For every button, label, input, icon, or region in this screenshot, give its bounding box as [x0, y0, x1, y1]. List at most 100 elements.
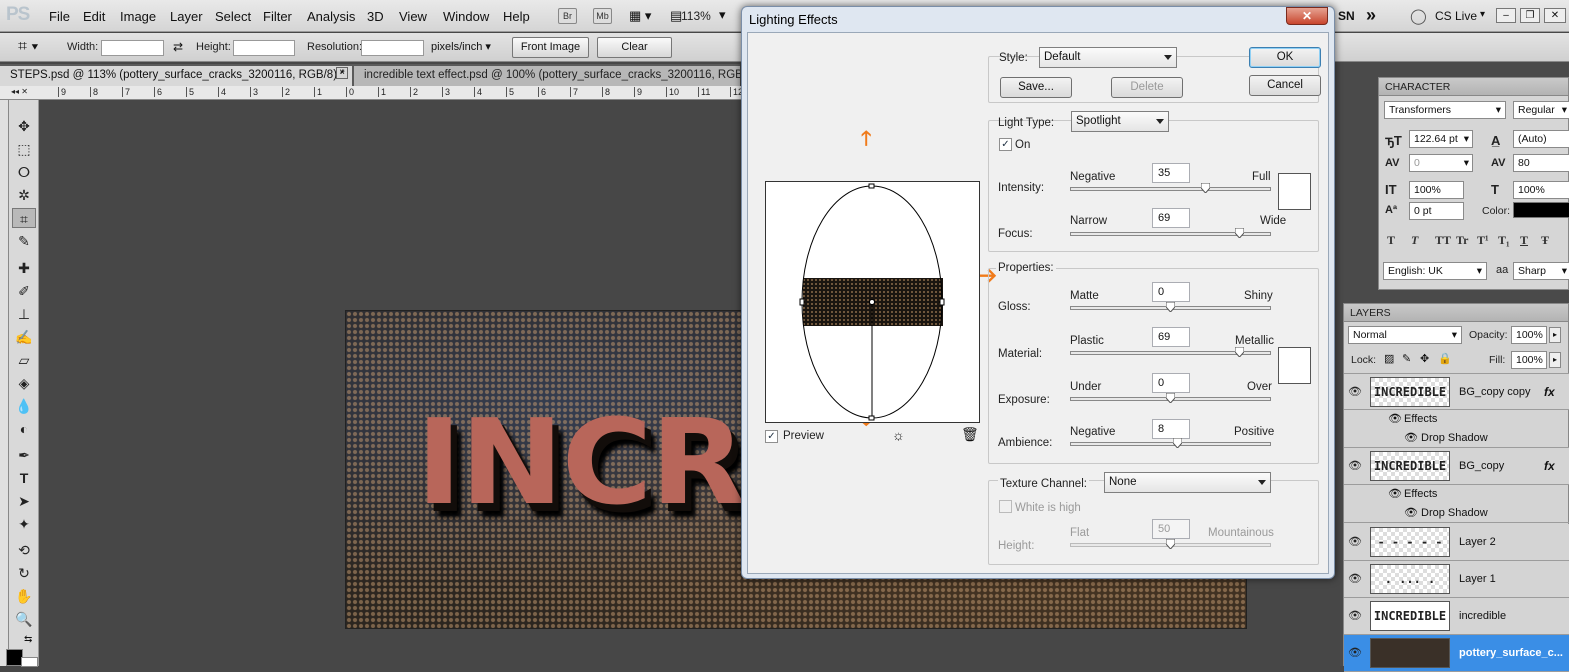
gloss-value-field[interactable]: 0 [1152, 282, 1190, 302]
hand-tool-icon[interactable]: ✋ [12, 586, 36, 606]
layer-row-incredible[interactable]: 👁 INCREDIBLE incredible [1344, 598, 1569, 635]
lock-position-icon[interactable]: ✥ [1420, 352, 1429, 365]
path-selection-tool-icon[interactable]: ➤ [12, 491, 36, 511]
cs-live-icon[interactable]: ◯ [1410, 7, 1427, 25]
height-field[interactable] [233, 40, 295, 56]
style-select[interactable]: Default [1039, 47, 1177, 68]
baseline-shift-field[interactable]: 0 pt [1409, 202, 1464, 220]
front-image-button[interactable]: Front Image [512, 37, 589, 58]
anti-alias-select[interactable]: Sharp ▾ [1513, 262, 1569, 280]
kerning-field[interactable]: 0 ▾ [1409, 154, 1473, 172]
resolution-field[interactable] [361, 40, 424, 56]
texture-channel-select[interactable]: None [1104, 472, 1271, 493]
white-is-high-checkbox[interactable] [999, 500, 1012, 513]
quick-selection-tool-icon[interactable]: ✲ [12, 185, 36, 205]
drop-shadow-row[interactable]: 👁 Drop Shadow [1344, 504, 1569, 523]
visibility-eye-icon[interactable]: 👁 [1348, 609, 1362, 622]
subscript-button[interactable]: T₁ [1498, 233, 1510, 248]
layer-fx-icon[interactable]: fx [1544, 385, 1555, 399]
clone-stamp-tool-icon[interactable]: ⊥ [12, 304, 36, 324]
restore-button[interactable]: ❐ [1520, 8, 1540, 23]
small-caps-button[interactable]: Tr [1456, 233, 1468, 248]
material-slider[interactable] [1070, 347, 1271, 357]
menu-edit[interactable]: Edit [83, 9, 105, 24]
mini-bridge-button[interactable]: Mb [593, 8, 612, 24]
ambience-slider[interactable] [1070, 438, 1271, 448]
menu-file[interactable]: File [49, 9, 70, 24]
gloss-slider-thumb[interactable] [1166, 302, 1175, 312]
tab-close-icon[interactable]: × [336, 67, 348, 79]
menu-help[interactable]: Help [503, 9, 530, 24]
intensity-slider-thumb[interactable] [1201, 183, 1210, 193]
effects-row[interactable]: 👁 Effects [1344, 410, 1569, 429]
height-slider-thumb[interactable] [1166, 539, 1175, 549]
3d-rotate-tool-icon[interactable]: ⟲ [12, 540, 36, 560]
gloss-slider[interactable] [1070, 302, 1271, 312]
menu-select[interactable]: Select [215, 9, 251, 24]
vertical-scale-field[interactable]: 100% [1409, 181, 1464, 199]
height-value-field[interactable]: 50 [1152, 519, 1190, 539]
layer-row-bg-copy[interactable]: 👁 INCREDIBLE BG_copy fx [1344, 448, 1569, 485]
superscript-button[interactable]: T¹ [1477, 233, 1489, 248]
focus-value-field[interactable]: 69 [1152, 208, 1190, 228]
pen-tool-icon[interactable]: ✒ [12, 445, 36, 465]
exposure-value-field[interactable]: 0 [1152, 373, 1190, 393]
visibility-eye-icon[interactable]: 👁 [1348, 572, 1362, 585]
view-extras-icon[interactable]: ▦ ▾ [629, 8, 651, 24]
material-slider-thumb[interactable] [1235, 347, 1244, 357]
visibility-eye-icon[interactable]: 👁 [1348, 459, 1362, 472]
healing-brush-tool-icon[interactable]: ✚ [12, 258, 36, 278]
faux-italic-button[interactable]: T [1411, 233, 1418, 248]
close-app-button[interactable]: ✕ [1544, 8, 1566, 23]
marquee-tool-icon[interactable]: ⬚ [12, 139, 36, 159]
drop-shadow-eye-icon[interactable]: 👁 [1404, 504, 1418, 523]
focus-slider-thumb[interactable] [1235, 228, 1244, 238]
strikethrough-button[interactable]: Ŧ [1541, 233, 1549, 248]
blend-mode-select[interactable]: Normal ▾ [1348, 326, 1462, 344]
cs-live-menu[interactable]: CS Live [1435, 9, 1477, 23]
resolution-units-select[interactable]: pixels/inch ▾ [428, 40, 500, 56]
exposure-slider-thumb[interactable] [1166, 393, 1175, 403]
underline-button[interactable]: T [1520, 233, 1528, 248]
eyedropper-tool-icon[interactable]: ✎ [12, 231, 36, 251]
history-brush-tool-icon[interactable]: ✍ [12, 327, 36, 347]
brush-tool-icon[interactable]: ✐ [12, 281, 36, 301]
opacity-field[interactable]: 100% [1511, 326, 1547, 344]
bridge-button[interactable]: Br [558, 8, 577, 24]
light-color-swatch[interactable] [1278, 173, 1311, 210]
tab-incredible-text-effect[interactable]: incredible text effect.psd @ 100% (potte… [354, 66, 740, 86]
light-on-checkbox[interactable]: ✓ [999, 138, 1012, 151]
swap-dimensions-icon[interactable]: ⇄ [173, 40, 183, 54]
screen-mode-icon[interactable]: ▾ [719, 7, 726, 23]
dialog-close-button[interactable]: ✕ [1286, 7, 1328, 25]
material-value-field[interactable]: 69 [1152, 327, 1190, 347]
menu-window[interactable]: Window [443, 9, 489, 24]
font-family-select[interactable]: Transformers ▾ [1384, 101, 1506, 119]
switch-colors-icon[interactable]: ⇆ [24, 634, 32, 645]
width-field[interactable] [101, 40, 164, 56]
lighting-preview[interactable] [765, 181, 980, 423]
layer-fx-icon[interactable]: fx [1544, 459, 1555, 473]
menu-image[interactable]: Image [120, 9, 156, 24]
height-slider[interactable] [1070, 539, 1271, 549]
opacity-slider-toggle[interactable]: ▸ [1549, 327, 1561, 343]
layer-row-layer-1[interactable]: 👁 . ... . Layer 1 [1344, 561, 1569, 598]
layer-row-bg-copy-copy[interactable]: 👁 INCREDIBLE BG_copy copy fx [1344, 373, 1569, 410]
tab-steps-psd[interactable]: STEPS.psd @ 113% (pottery_surface_cracks… [0, 66, 352, 86]
effects-eye-icon[interactable]: 👁 [1388, 410, 1402, 429]
clear-button[interactable]: Clear [597, 37, 672, 58]
cs-live-chevron-icon[interactable]: ▾ [1480, 9, 1485, 20]
dodge-tool-icon[interactable]: ◐ [12, 419, 36, 439]
minimize-button[interactable]: – [1496, 8, 1516, 23]
ambience-value-field[interactable]: 8 [1152, 419, 1190, 439]
crop-tool-icon[interactable]: ⌗ [12, 208, 36, 228]
ok-button[interactable]: OK [1249, 47, 1321, 68]
layer-row-layer-2[interactable]: 👁 - - - - - Layer 2 [1344, 524, 1569, 561]
layer-row-pottery-surface[interactable]: 👁 pottery_surface_c... [1344, 635, 1569, 672]
fill-slider-toggle[interactable]: ▸ [1549, 352, 1561, 368]
all-caps-button[interactable]: TT [1435, 233, 1451, 248]
zoom-level[interactable]: 113% [681, 9, 711, 23]
new-light-bulb-icon[interactable]: ☼ [892, 427, 905, 443]
type-tool-icon[interactable]: T [12, 468, 36, 488]
visibility-eye-icon[interactable]: 👁 [1348, 385, 1362, 398]
